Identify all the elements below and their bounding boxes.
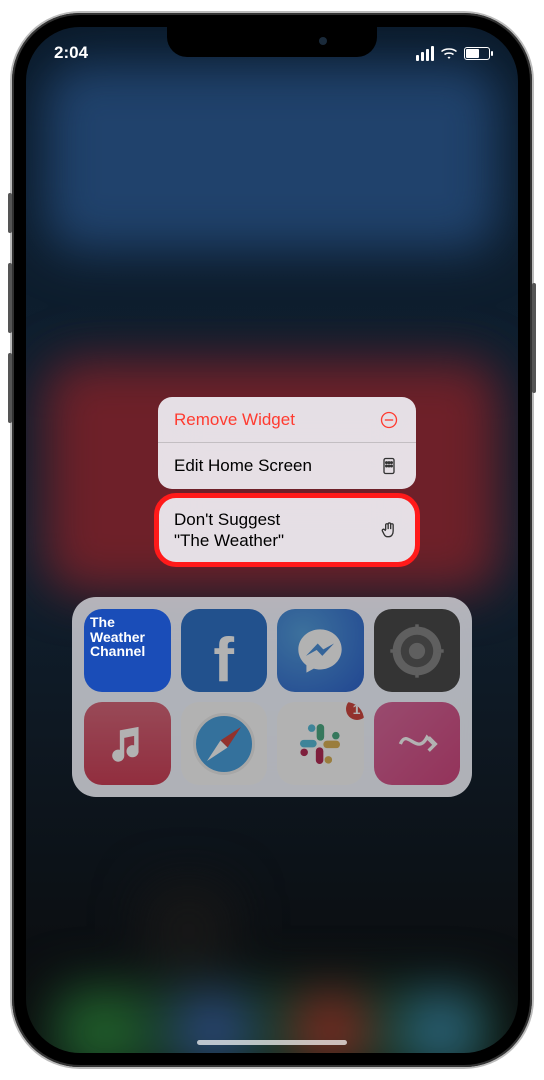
notch <box>167 27 377 57</box>
app-slack[interactable]: 1 <box>277 702 364 785</box>
app-safari[interactable] <box>181 702 268 785</box>
hand-icon <box>378 520 400 540</box>
edit-home-screen-menu-item[interactable]: Edit Home Screen <box>158 443 416 488</box>
screen: 2:04 Remove Widget <box>26 27 518 1053</box>
remove-widget-menu-item[interactable]: Remove Widget <box>158 397 416 443</box>
siri-suggestions-widget[interactable]: The Weather Channel f <box>72 597 472 797</box>
notification-badge: 1 <box>346 702 364 720</box>
status-time: 2:04 <box>54 43 88 63</box>
home-indicator[interactable] <box>197 1040 347 1045</box>
context-menu: Remove Widget Edit Home Screen <box>158 397 416 563</box>
app-weather-channel[interactable]: The Weather Channel <box>84 609 171 692</box>
cellular-signal-icon <box>416 46 434 61</box>
dont-suggest-label: Don't Suggest "The Weather" <box>174 509 284 552</box>
safari-icon <box>193 713 255 775</box>
power-button <box>532 283 536 393</box>
weather-channel-icon-text: The Weather Channel <box>90 615 165 659</box>
remove-icon <box>378 410 400 430</box>
slack-icon <box>295 719 345 769</box>
mute-switch <box>8 193 12 233</box>
app-settings[interactable] <box>374 609 461 692</box>
wifi-icon <box>440 46 458 60</box>
app-skitch[interactable] <box>374 702 461 785</box>
app-facebook[interactable]: f <box>181 609 268 692</box>
app-messenger[interactable] <box>277 609 364 692</box>
battery-icon <box>464 47 490 60</box>
settings-icon <box>388 622 446 680</box>
messenger-icon <box>294 625 346 677</box>
dont-suggest-menu-item[interactable]: Don't Suggest "The Weather" <box>158 497 416 564</box>
edit-home-screen-label: Edit Home Screen <box>174 455 312 476</box>
phone-frame: 2:04 Remove Widget <box>12 13 532 1067</box>
facebook-icon: f <box>213 630 234 692</box>
music-icon <box>105 722 149 766</box>
volume-up-button <box>8 263 12 333</box>
skitch-icon <box>392 719 442 769</box>
app-music[interactable] <box>84 702 171 785</box>
apps-icon <box>378 456 400 476</box>
remove-widget-label: Remove Widget <box>174 409 295 430</box>
volume-down-button <box>8 353 12 423</box>
